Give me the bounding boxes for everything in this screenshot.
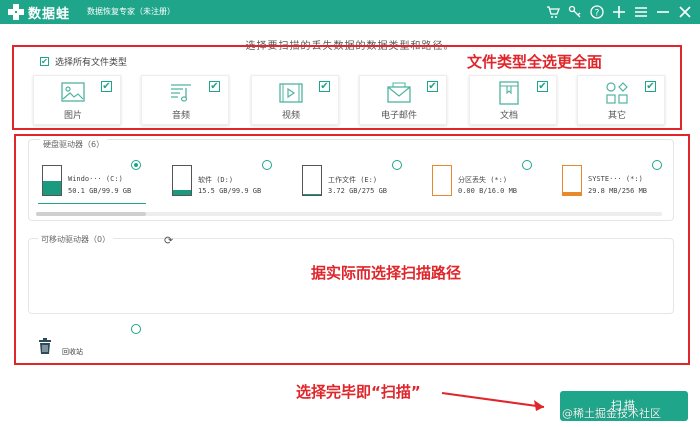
drive-e[interactable]: 工作文件 (E:) 3.72 GB/275 GB: [302, 165, 412, 199]
annotation-arrow-icon: [441, 392, 545, 411]
document-icon: [499, 81, 519, 105]
drive-lost-partition-radio[interactable]: [522, 160, 532, 170]
file-type-image[interactable]: ✔ 图片: [33, 75, 121, 125]
svg-text:?: ?: [595, 9, 600, 19]
drive-system-radio[interactable]: [652, 160, 662, 170]
title-bar-controls: ?: [546, 3, 692, 21]
refresh-icon[interactable]: ⟳: [164, 234, 173, 247]
recycle-bin-label: 回收站: [62, 348, 83, 356]
drive-c-name: Windo··· (C:): [68, 175, 123, 183]
drive-lost-partition-name: 分区丢失 (*:): [458, 176, 508, 184]
app-subtitle: 数据恢复专家（未注册）: [87, 7, 175, 16]
file-type-audio[interactable]: ✔ 音频: [141, 75, 229, 125]
removable-drives-panel: [28, 238, 674, 314]
watermark: @稀土掘金技术社区: [562, 407, 661, 420]
recycle-bin-icon[interactable]: [38, 338, 52, 354]
drive-c-icon: [42, 165, 62, 196]
help-icon[interactable]: ?: [590, 5, 604, 19]
minimize-icon[interactable]: [656, 5, 670, 19]
removable-drives-label: 可移动驱动器（0）: [38, 234, 114, 245]
video-icon: [279, 83, 303, 103]
file-type-image-label: 图片: [63, 111, 82, 121]
hard-drives-label: 硬盘驱动器（6）: [40, 139, 108, 150]
title-bar: 数据蛙 数据恢复专家（未注册） ?: [0, 0, 700, 24]
app-name: 数据蛙: [28, 7, 71, 22]
file-type-document[interactable]: ✔ 文档: [469, 75, 557, 125]
file-type-audio-checkbox[interactable]: ✔: [209, 81, 220, 92]
file-type-other-label: 其它: [607, 111, 626, 121]
drive-c-size: 50.1 GB/99.9 GB: [68, 187, 132, 195]
plus-icon[interactable]: [612, 5, 626, 19]
file-type-other-checkbox[interactable]: ✔: [645, 81, 656, 92]
cart-icon[interactable]: [546, 5, 560, 19]
drive-c-radio[interactable]: [131, 160, 141, 170]
drive-lost-partition-size: 0.00 B/16.0 MB: [458, 187, 518, 195]
drive-system[interactable]: SYSTE··· (*:) 29.8 MB/256 MB: [562, 165, 672, 199]
drive-system-size: 29.8 MB/256 MB: [588, 187, 648, 195]
drive-d[interactable]: 软件 (D:) 15.5 GB/99.9 GB: [172, 165, 282, 199]
drive-d-name: 软件 (D:): [198, 176, 234, 184]
file-type-video-checkbox[interactable]: ✔: [319, 81, 330, 92]
annotation-file-types: 文件类型全选更全面: [467, 53, 603, 71]
close-icon[interactable]: [678, 5, 692, 19]
select-all-file-types[interactable]: ✔ 选择所有文件类型: [40, 55, 127, 68]
music-icon: [171, 84, 191, 102]
file-type-image-checkbox[interactable]: ✔: [101, 81, 112, 92]
drive-e-icon: [302, 165, 322, 196]
other-icon: [606, 82, 628, 104]
file-type-email[interactable]: ✔ 电子邮件: [359, 75, 447, 125]
file-type-document-label: 文档: [499, 111, 518, 121]
file-type-video[interactable]: ✔ 视频: [251, 75, 339, 125]
email-icon: [387, 82, 411, 103]
app-logo-icon: [8, 4, 24, 20]
drive-e-name: 工作文件 (E:): [328, 176, 378, 184]
drive-e-radio[interactable]: [392, 160, 402, 170]
drive-e-size: 3.72 GB/275 GB: [328, 187, 388, 195]
drive-lost-partition[interactable]: 分区丢失 (*:) 0.00 B/16.0 MB: [432, 165, 542, 199]
drives-scrollbar[interactable]: [36, 212, 662, 216]
drive-d-size: 15.5 GB/99.9 GB: [198, 187, 262, 195]
drive-lost-partition-icon: [432, 165, 452, 196]
drive-d-radio[interactable]: [262, 160, 272, 170]
image-icon: [61, 82, 85, 102]
drive-d-icon: [172, 165, 192, 196]
select-all-label: 选择所有文件类型: [55, 58, 128, 68]
drive-system-name: SYSTE··· (*:): [588, 175, 643, 183]
drives-scrollbar-thumb[interactable]: [36, 212, 146, 216]
file-type-email-label: 电子邮件: [380, 111, 417, 121]
drive-system-icon: [562, 165, 582, 196]
drive-c-selected-indicator: [38, 203, 146, 204]
recycle-bin-radio[interactable]: [131, 324, 141, 334]
file-type-other[interactable]: ✔ 其它: [577, 75, 665, 125]
key-icon[interactable]: [568, 5, 582, 19]
file-type-audio-label: 音频: [171, 111, 190, 121]
annotation-scan: 选择完毕即“扫描”: [296, 383, 421, 401]
select-all-checkbox[interactable]: ✔: [40, 57, 49, 66]
file-type-email-checkbox[interactable]: ✔: [427, 81, 438, 92]
menu-icon[interactable]: [634, 5, 648, 19]
drive-c[interactable]: Windo··· (C:) 50.1 GB/99.9 GB: [42, 165, 152, 199]
file-type-video-label: 视频: [281, 111, 300, 121]
file-type-document-checkbox[interactable]: ✔: [537, 81, 548, 92]
